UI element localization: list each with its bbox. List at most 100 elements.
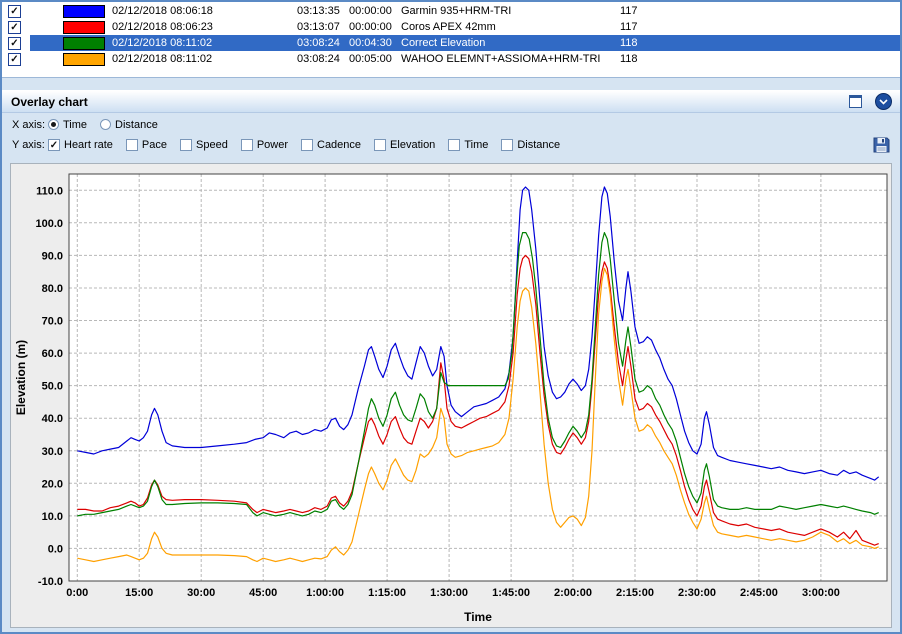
svg-text:-10.0: -10.0	[38, 576, 63, 588]
row-color-cell	[32, 21, 112, 34]
svg-text:1:00:00: 1:00:00	[306, 587, 344, 599]
svg-text:0:00: 0:00	[66, 587, 88, 599]
row-duration: 03:08:24	[297, 53, 349, 65]
table-row[interactable]: ✓ 02/12/2018 08:11:0203:08:2400:05:00WAHO…	[2, 51, 900, 67]
app-window: ✓02/12/2018 08:06:1803:13:3500:00:00Garm…	[0, 0, 902, 634]
svg-text:0.0: 0.0	[48, 543, 63, 555]
svg-text:30.0: 30.0	[42, 446, 63, 458]
save-icon[interactable]	[873, 137, 890, 153]
svg-text:Elevation (m): Elevation (m)	[14, 340, 28, 415]
option-label: Time	[63, 119, 87, 131]
yaxis-option-elevation[interactable]: Elevation	[374, 139, 435, 151]
row-checkbox[interactable]: ✓	[8, 21, 21, 34]
session-table: ✓02/12/2018 08:06:1803:13:3500:00:00Garm…	[2, 2, 900, 77]
checkbox-icon[interactable]	[126, 139, 138, 151]
option-label: Speed	[196, 139, 228, 151]
radio-icon[interactable]	[100, 119, 111, 130]
svg-text:20.0: 20.0	[42, 478, 63, 490]
svg-text:30:00: 30:00	[187, 587, 215, 599]
yaxis-option-pace[interactable]: Pace	[126, 139, 167, 151]
option-label: Distance	[517, 139, 560, 151]
radio-icon[interactable]	[48, 119, 59, 130]
x-axis-controls: X axis: Time Distance	[2, 115, 900, 134]
color-swatch-icon	[63, 37, 105, 50]
svg-text:50.0: 50.0	[42, 381, 63, 393]
option-label: Power	[257, 139, 288, 151]
checkbox-icon[interactable]	[501, 139, 513, 151]
option-label: Elevation	[390, 139, 435, 151]
checkbox-icon[interactable]	[448, 139, 460, 151]
checkbox-icon[interactable]: ✓	[48, 139, 60, 151]
svg-text:60.0: 60.0	[42, 348, 63, 360]
table-row[interactable]: ✓ 02/12/2018 08:11:0203:08:2400:04:30Corr…	[2, 35, 900, 51]
yaxis-option-time[interactable]: Time	[448, 139, 488, 151]
chart-canvas: -10.0 0.0 10.0 20.0 30.0 40.0 50.0 60.0 70.0 80.0…	[11, 164, 891, 628]
row-start-time: 02/12/2018 08:11:02	[112, 53, 297, 65]
xaxis-option-distance[interactable]: Distance	[100, 119, 158, 131]
row-value: 117	[620, 5, 900, 17]
y-axis-label: Y axis:	[12, 139, 48, 151]
row-checkbox-cell: ✓	[2, 21, 32, 34]
svg-text:15:00: 15:00	[125, 587, 153, 599]
svg-text:1:30:00: 1:30:00	[430, 587, 468, 599]
row-start-time: 02/12/2018 08:11:02	[112, 37, 297, 49]
yaxis-option-distance[interactable]: Distance	[501, 139, 560, 151]
row-checkbox-cell: ✓	[2, 53, 32, 66]
row-duration: 03:08:24	[297, 37, 349, 49]
yaxis-option-cadence[interactable]: Cadence	[301, 139, 361, 151]
option-label: Distance	[115, 119, 158, 131]
y-axis-controls: Y axis: ✓ Heart rate Pace Speed Power Cadence…	[2, 134, 900, 155]
svg-text:1:45:00: 1:45:00	[492, 587, 530, 599]
svg-text:70.0: 70.0	[42, 316, 63, 328]
svg-text:100.0: 100.0	[35, 218, 63, 230]
svg-text:10.0: 10.0	[42, 511, 63, 523]
overlay-chart-header: Overlay chart	[2, 90, 900, 113]
row-value: 117	[620, 21, 900, 33]
row-duration: 03:13:35	[297, 5, 349, 17]
row-value: 118	[620, 53, 900, 65]
svg-text:2:30:00: 2:30:00	[678, 587, 716, 599]
option-label: Cadence	[317, 139, 361, 151]
checkbox-icon[interactable]	[241, 139, 253, 151]
svg-text:45:00: 45:00	[249, 587, 277, 599]
yaxis-option-power[interactable]: Power	[241, 139, 288, 151]
svg-text:2:00:00: 2:00:00	[554, 587, 592, 599]
option-label: Time	[464, 139, 488, 151]
row-name: Correct Elevation	[401, 37, 620, 49]
yaxis-option-speed[interactable]: Speed	[180, 139, 228, 151]
svg-text:3:00:00: 3:00:00	[802, 587, 840, 599]
row-name: Garmin 935+HRM-TRI	[401, 5, 620, 17]
color-swatch-icon	[63, 5, 105, 18]
overlay-chart-panel: Overlay chart X axis: Time Distance Y axi…	[2, 77, 900, 632]
option-label: Heart rate	[64, 139, 113, 151]
row-time-offset: 00:00:00	[349, 21, 401, 33]
svg-text:2:45:00: 2:45:00	[740, 587, 778, 599]
svg-text:40.0: 40.0	[42, 413, 63, 425]
row-checkbox[interactable]: ✓	[8, 37, 21, 50]
row-color-cell	[32, 37, 112, 50]
row-checkbox-cell: ✓	[2, 5, 32, 18]
row-time-offset: 00:00:00	[349, 5, 401, 17]
row-checkbox[interactable]: ✓	[8, 5, 21, 18]
checkbox-icon[interactable]	[374, 139, 386, 151]
row-time-offset: 00:04:30	[349, 37, 401, 49]
row-time-offset: 00:05:00	[349, 53, 401, 65]
yaxis-option-heart-rate[interactable]: ✓ Heart rate	[48, 139, 113, 151]
color-swatch-icon	[63, 21, 105, 34]
checkbox-icon[interactable]	[301, 139, 313, 151]
row-color-cell	[32, 5, 112, 18]
svg-text:80.0: 80.0	[42, 283, 63, 295]
table-row[interactable]: ✓02/12/2018 08:06:1803:13:3500:00:00Garm…	[2, 3, 900, 19]
row-name: WAHOO ELEMNT+ASSIOMA+HRM-TRI	[401, 53, 620, 65]
x-axis-label: X axis:	[12, 119, 48, 131]
float-window-icon[interactable]	[849, 95, 862, 108]
overlay-chart: -10.0 0.0 10.0 20.0 30.0 40.0 50.0 60.0 70.0 80.0…	[10, 163, 892, 628]
row-start-time: 02/12/2018 08:06:23	[112, 21, 297, 33]
panel-title: Overlay chart	[11, 95, 849, 109]
color-swatch-icon	[63, 53, 105, 66]
row-checkbox[interactable]: ✓	[8, 53, 21, 66]
collapse-panel-icon[interactable]	[875, 93, 892, 110]
xaxis-option-time[interactable]: Time	[48, 119, 87, 131]
table-row[interactable]: ✓02/12/2018 08:06:2303:13:0700:00:00Coro…	[2, 19, 900, 35]
checkbox-icon[interactable]	[180, 139, 192, 151]
